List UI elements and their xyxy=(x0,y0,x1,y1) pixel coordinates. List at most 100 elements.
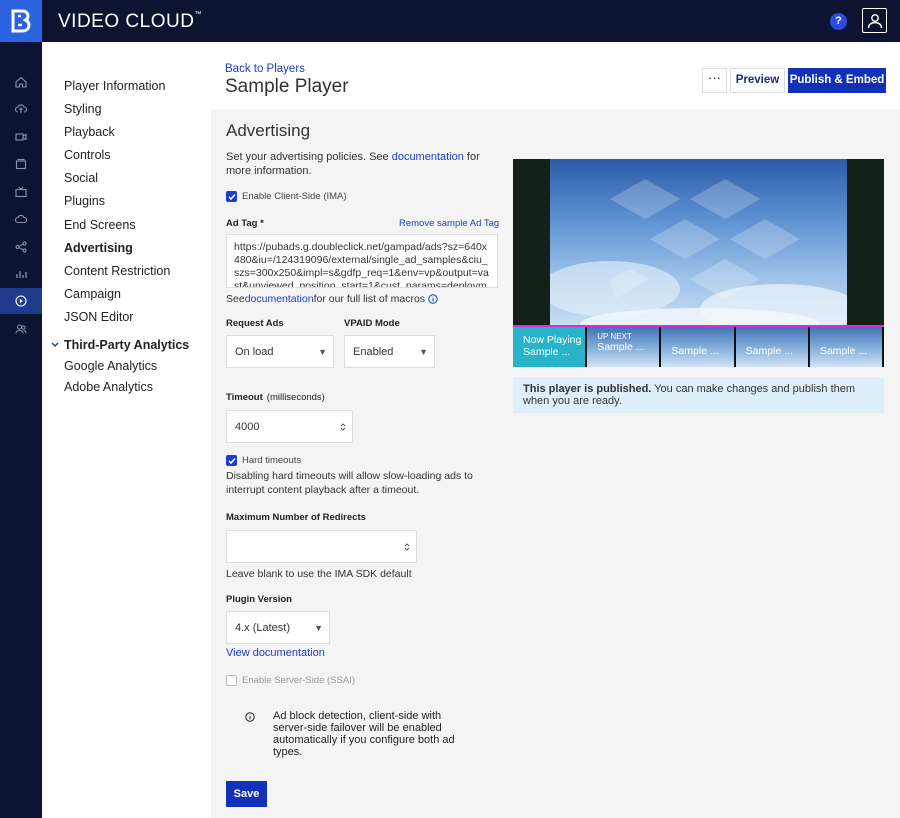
progress-line xyxy=(513,325,884,327)
playlist-item-top: Now Playing xyxy=(523,334,582,346)
preview-button[interactable]: Preview xyxy=(730,68,785,93)
user-icon xyxy=(867,13,882,28)
playlist-item-title: Sample ... xyxy=(819,345,868,357)
sidebar-item-playback[interactable]: Playback xyxy=(64,125,115,139)
users-icon[interactable] xyxy=(0,316,42,342)
player-settings-sidebar: Player Information Styling Playback Cont… xyxy=(42,42,211,818)
caret-down-icon: ▼ xyxy=(419,346,428,357)
playlist-item-top: UP NEXT xyxy=(597,332,632,341)
remove-sample-ad-tag-link[interactable]: Remove sample Ad Tag xyxy=(399,218,499,229)
published-notice: This player is published. You can make c… xyxy=(513,377,884,413)
enable-server-side-checkbox[interactable]: Enable Server-Side (SSAI) xyxy=(226,675,355,686)
checkbox-checked-icon xyxy=(226,455,237,466)
playlist-bar: Now Playing Sample ... UP NEXT Sample ... … xyxy=(513,325,884,367)
stepper-icon[interactable] xyxy=(404,542,410,552)
module-rail xyxy=(0,42,42,818)
sidebar-item-json-editor[interactable]: JSON Editor xyxy=(64,310,133,324)
back-to-players-link[interactable]: Back to Players xyxy=(225,63,305,75)
request-ads-select[interactable]: On load ▼ xyxy=(226,335,334,368)
save-button[interactable]: Save xyxy=(226,781,267,807)
timeout-label-text: Timeout xyxy=(226,392,263,403)
user-account-button[interactable] xyxy=(862,8,887,33)
macros-help: See documentation for our full list of m… xyxy=(226,293,438,305)
media-icon[interactable] xyxy=(0,151,42,177)
more-options-button[interactable]: ··· xyxy=(702,68,727,93)
view-documentation-link[interactable]: View documentation xyxy=(226,647,325,659)
upload-icon[interactable] xyxy=(0,96,42,122)
vpaid-mode-select[interactable]: Enabled ▼ xyxy=(344,335,435,368)
checkbox-label: Enable Client-Side (IMA) xyxy=(242,191,347,202)
brand-title: VIDEO CLOUD™ xyxy=(58,11,202,32)
playlist-item-up-next[interactable]: UP NEXT Sample ... xyxy=(587,325,662,367)
macros-help-text: See xyxy=(226,293,245,305)
analytics-icon[interactable] xyxy=(0,261,42,287)
timeout-label: Timeout (milliseconds) xyxy=(226,392,325,403)
player-preview[interactable]: Now Playing Sample ... UP NEXT Sample ... … xyxy=(513,159,884,367)
ad-tag-textarea[interactable]: https://pubads.g.doubleclick.net/gampad/… xyxy=(226,234,498,288)
live-icon[interactable] xyxy=(0,179,42,205)
sidebar-item-controls[interactable]: Controls xyxy=(64,148,111,162)
hard-timeouts-checkbox[interactable]: Hard timeouts xyxy=(226,455,301,466)
page-header: Back to Players Sample Player ··· Previe… xyxy=(211,42,900,109)
hard-timeouts-description: Disabling hard timeouts will allow slow-… xyxy=(226,470,473,496)
help-button[interactable]: ? xyxy=(830,13,847,30)
section-description: Set your advertising policies. See docum… xyxy=(226,150,496,178)
max-redirects-help: Leave blank to use the IMA SDK default xyxy=(226,568,412,580)
plugin-version-label: Plugin Version xyxy=(226,594,292,605)
playlist-item-title: Sample ... xyxy=(671,345,719,357)
playlist-item-title: Sample ... xyxy=(745,345,793,357)
sidebar-item-styling[interactable]: Styling xyxy=(64,102,102,116)
home-icon[interactable] xyxy=(0,69,42,95)
notice-bold-text: This player is published. xyxy=(523,383,652,395)
info-icon xyxy=(245,712,255,722)
playlist-item[interactable]: Sample ... xyxy=(809,325,884,367)
timeout-input[interactable]: 4000 xyxy=(226,410,353,443)
sidebar-item-campaign[interactable]: Campaign xyxy=(64,287,121,301)
page-title: Sample Player xyxy=(225,76,349,97)
video-icon[interactable] xyxy=(0,124,42,150)
stepper-icon[interactable] xyxy=(340,422,346,432)
sidebar-item-social[interactable]: Social xyxy=(64,171,98,185)
publish-embed-button[interactable]: Publish & Embed xyxy=(788,68,886,93)
ad-tag-label: Ad Tag * xyxy=(226,218,264,229)
cloud-icon[interactable] xyxy=(0,206,42,232)
chevron-down-icon xyxy=(51,342,59,348)
sidebar-item-end-screens[interactable]: End Screens xyxy=(64,218,136,232)
brightcove-logo-icon[interactable] xyxy=(0,0,42,42)
timeout-unit: (milliseconds) xyxy=(266,392,325,403)
enable-client-side-checkbox[interactable]: Enable Client-Side (IMA) xyxy=(226,191,347,202)
social-icon[interactable] xyxy=(0,234,42,260)
playlist-item[interactable]: Sample ... xyxy=(735,325,810,367)
request-ads-label: Request Ads xyxy=(226,318,284,329)
section-title: Advertising xyxy=(226,121,311,140)
sidebar-group-third-party-analytics[interactable]: Third-Party Analytics xyxy=(51,338,189,352)
advertising-panel: Advertising Set your advertising policie… xyxy=(211,109,900,818)
video-frame[interactable] xyxy=(550,159,847,325)
sidebar-item-content-restriction[interactable]: Content Restriction xyxy=(64,264,170,278)
playlist-item-title: Sample ... xyxy=(523,346,571,358)
caret-down-icon: ▼ xyxy=(314,622,323,633)
sidebar-item-adobe-analytics[interactable]: Adobe Analytics xyxy=(64,380,153,394)
sidebar-item-plugins[interactable]: Plugins xyxy=(64,194,105,208)
input-value: 4000 xyxy=(235,420,260,433)
macros-help-text-end: for our full list of macros xyxy=(313,293,426,305)
brightcove-watermark-icon xyxy=(550,179,847,325)
max-redirects-label: Maximum Number of Redirects xyxy=(226,512,366,523)
select-value: On load xyxy=(235,345,274,358)
players-icon[interactable] xyxy=(0,288,42,314)
macros-documentation-link[interactable]: documentation xyxy=(245,293,314,305)
plugin-version-select[interactable]: 4.x (Latest) ▼ xyxy=(226,611,330,644)
checkbox-unchecked-icon xyxy=(226,675,237,686)
checkbox-label: Hard timeouts xyxy=(242,455,302,466)
top-bar: VIDEO CLOUD™ ? xyxy=(0,0,900,42)
sidebar-item-player-information[interactable]: Player Information xyxy=(64,79,165,93)
sidebar-item-advertising[interactable]: Advertising xyxy=(64,241,133,255)
playlist-item[interactable]: Sample ... xyxy=(661,325,736,367)
sidebar-item-google-analytics[interactable]: Google Analytics xyxy=(64,359,157,373)
max-redirects-input[interactable] xyxy=(226,530,417,563)
description-text: Set your advertising policies. See xyxy=(226,151,392,163)
playlist-item-now-playing[interactable]: Now Playing Sample ... xyxy=(513,325,588,367)
caret-down-icon: ▼ xyxy=(318,346,327,357)
info-icon[interactable] xyxy=(428,294,438,304)
documentation-link[interactable]: documentation xyxy=(392,151,464,163)
